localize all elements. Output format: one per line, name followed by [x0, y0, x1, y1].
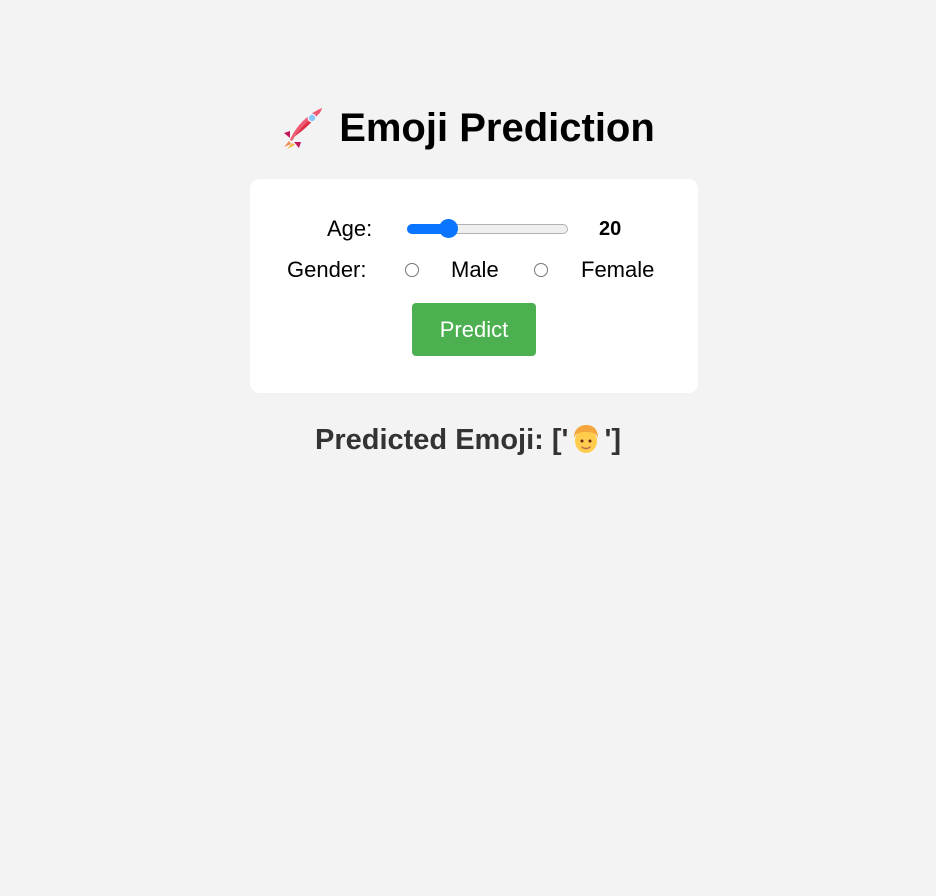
- age-label: Age:: [327, 216, 373, 241]
- gender-row: Gender: Male Female: [250, 255, 698, 285]
- age-value: 20: [599, 218, 622, 240]
- age-slider[interactable]: [407, 219, 568, 238]
- prediction-form-card: Age: 20 Gender: Male Female Predict: [250, 179, 698, 393]
- result-suffix: ']: [604, 424, 621, 456]
- blond-man-face-icon: [574, 425, 599, 453]
- predict-button[interactable]: Predict: [412, 303, 536, 356]
- page: Emoji Prediction Age: 20 Gender: Male Fe…: [0, 0, 936, 896]
- title-text: Emoji Prediction: [339, 106, 655, 150]
- female-radio-label[interactable]: Female: [581, 255, 654, 285]
- male-radio[interactable]: [405, 263, 419, 277]
- age-row: Age: 20: [250, 214, 698, 244]
- female-radio[interactable]: [534, 263, 548, 277]
- prediction-result: Predicted Emoji: [' ']: [0, 420, 936, 460]
- gender-label: Gender:: [287, 257, 367, 282]
- rocket-icon: [284, 108, 323, 149]
- male-radio-label[interactable]: Male: [451, 255, 499, 285]
- result-prefix: Predicted Emoji: [': [314, 424, 569, 456]
- page-title: Emoji Prediction: [0, 100, 936, 156]
- age-slider-thumb[interactable]: [439, 219, 458, 238]
